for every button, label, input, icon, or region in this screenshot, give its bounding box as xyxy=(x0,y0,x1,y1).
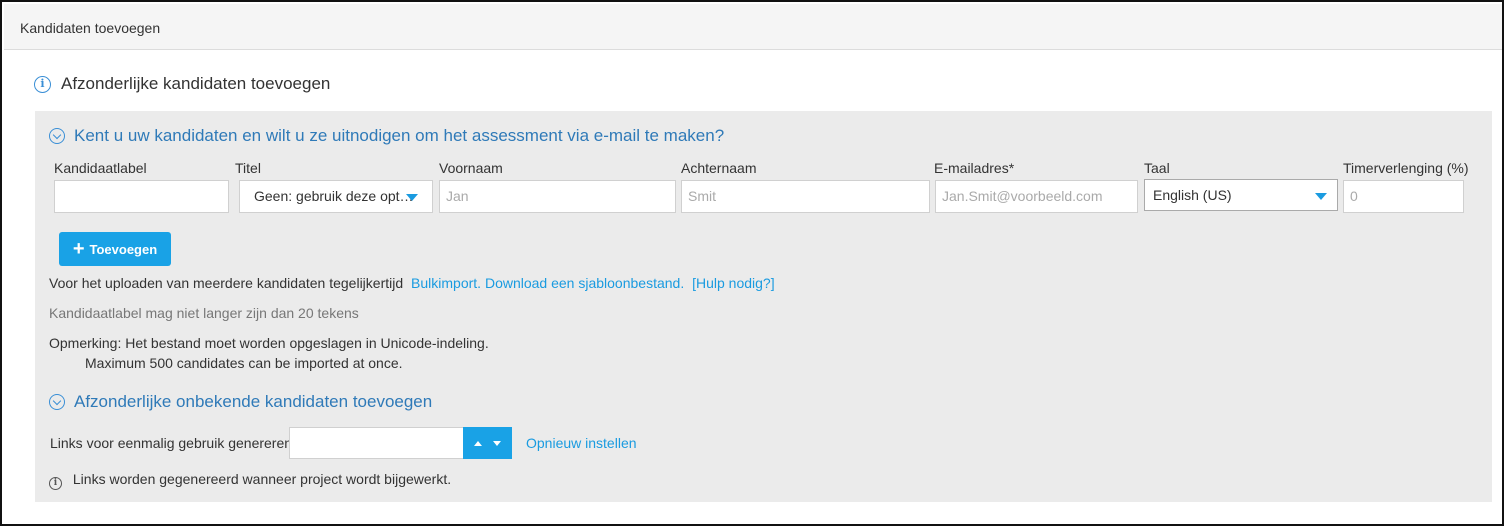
unicode-remark: Opmerking: Het bestand moet worden opges… xyxy=(49,335,489,351)
last-name-input[interactable]: Smit xyxy=(681,180,930,213)
help-link[interactable]: [Hulp nodig?] xyxy=(692,275,775,291)
column-label-achternaam: Achternaam xyxy=(681,160,757,176)
email-input[interactable]: Jan.Smit@voorbeeld.com xyxy=(935,180,1138,213)
panel-header: Kandidaten toevoegen xyxy=(4,4,1502,50)
links-count-spinner[interactable] xyxy=(463,427,512,459)
chevron-down-icon xyxy=(49,394,65,410)
column-label-timer: Timerverlenging (%) xyxy=(1343,160,1469,176)
section-title: i Afzonderlijke kandidaten toevoegen xyxy=(34,74,330,94)
column-label-voornaam: Voornaam xyxy=(439,160,503,176)
timer-extension-input[interactable]: 0 xyxy=(1343,180,1464,213)
add-candidate-button[interactable]: + Toevoegen xyxy=(59,232,171,266)
links-info-text: Links worden gegenereerd wanneer project… xyxy=(72,471,452,487)
decrement-icon[interactable] xyxy=(492,440,501,446)
panel-title: Kandidaten toevoegen xyxy=(20,20,161,36)
increment-icon[interactable] xyxy=(474,440,483,446)
language-select-value: English (US) xyxy=(1153,187,1232,203)
links-info-line: i Links worden gegenereerd wanneer proje… xyxy=(49,471,451,490)
info-icon: i xyxy=(49,477,62,490)
chevron-down-icon xyxy=(49,128,65,144)
dropdown-caret-icon xyxy=(1315,193,1327,200)
language-select[interactable]: English (US) xyxy=(1144,179,1338,211)
column-label-taal: Taal xyxy=(1144,160,1170,176)
plus-icon: + xyxy=(72,238,85,260)
unknown-candidates-accordion[interactable]: Afzonderlijke onbekende kandidaten toevo… xyxy=(49,392,432,412)
dropdown-caret-icon xyxy=(406,194,418,201)
bulk-import-text: Voor het uploaden van meerdere kandidate… xyxy=(49,275,404,291)
links-label: Links voor eenmalig gebruik genereren xyxy=(50,435,293,451)
title-select-value: Geen: gebruik deze opt… xyxy=(254,188,414,204)
reset-link[interactable]: Opnieuw instellen xyxy=(526,435,637,451)
links-count-input[interactable] xyxy=(289,427,464,459)
column-label-titel: Titel xyxy=(235,160,261,176)
title-select[interactable]: Geen: gebruik deze opt… xyxy=(239,180,433,213)
known-candidates-title: Kent u uw kandidaten en wilt u ze uitnod… xyxy=(74,126,725,145)
candidate-label-input[interactable] xyxy=(54,180,229,213)
download-template-link[interactable]: Download een sjabloonbestand. xyxy=(485,275,684,291)
label-length-note: Kandidaatlabel mag niet langer zijn dan … xyxy=(49,305,359,321)
first-name-input[interactable]: Jan xyxy=(439,180,676,213)
add-candidate-button-label: Toevoegen xyxy=(89,241,158,257)
info-icon: i xyxy=(34,75,51,93)
unknown-candidates-title: Afzonderlijke onbekende kandidaten toevo… xyxy=(74,392,433,411)
bulk-import-line: Voor het uploaden van meerdere kandidate… xyxy=(49,275,775,291)
column-label-kandidaatlabel: Kandidaatlabel xyxy=(54,160,147,176)
section-title-text: Afzonderlijke kandidaten toevoegen xyxy=(61,74,331,93)
window-frame: Kandidaten toevoegen i Afzonderlijke kan… xyxy=(0,0,1504,526)
known-candidates-accordion[interactable]: Kent u uw kandidaten en wilt u ze uitnod… xyxy=(49,126,724,146)
max-import-remark: Maximum 500 candidates can be imported a… xyxy=(85,355,403,371)
bulk-import-link[interactable]: Bulkimport. xyxy=(411,275,481,291)
column-label-email: E-mailadres* xyxy=(934,160,1015,176)
